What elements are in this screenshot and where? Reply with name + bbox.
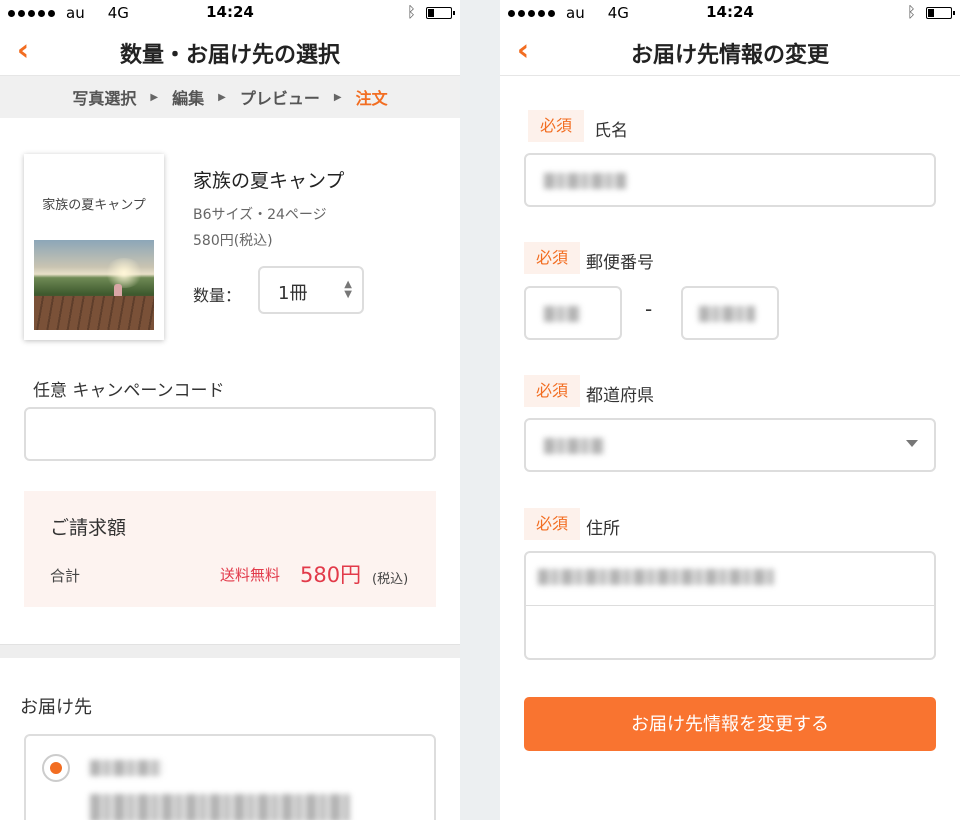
order-screen: au 4G 14:24 ᛒ ‹ 数量・お届け先の選択 写真選択 ▶ 編集 ▶ プ… xyxy=(0,0,460,820)
delivery-address-option[interactable] xyxy=(24,734,436,820)
prefecture-select[interactable] xyxy=(524,418,936,472)
battery-icon xyxy=(926,7,955,19)
redacted-recipient-name xyxy=(90,760,162,776)
bluetooth-icon: ᛒ xyxy=(406,3,416,21)
battery-level xyxy=(928,9,934,17)
address-inputs xyxy=(524,551,936,660)
redacted-postal-second xyxy=(699,306,755,322)
status-bar: au 4G 14:24 ᛒ xyxy=(500,0,960,26)
total-label: 合計 xyxy=(50,567,81,585)
step-arrow-icon: ▶ xyxy=(150,91,159,103)
campaign-code-label: 任意 キャンペーンコード xyxy=(33,381,225,401)
step-arrow-icon: ▶ xyxy=(218,91,226,103)
redacted-postal-first xyxy=(544,306,580,322)
quantity-value: 1冊 xyxy=(278,283,308,304)
quantity-select[interactable]: 1冊 ▲ ▼ xyxy=(258,266,364,314)
product-spec: B6サイズ・24ページ xyxy=(193,207,327,223)
address-label: 住所 xyxy=(586,519,620,539)
page-title: お届け先情報の変更 xyxy=(630,43,829,68)
required-badge: 必須 xyxy=(524,375,580,407)
quantity-label: 数量： xyxy=(193,286,242,305)
step-order: 注文 xyxy=(355,89,388,108)
required-badge: 必須 xyxy=(524,508,580,540)
postal-code-second-input[interactable] xyxy=(681,286,779,340)
product-section: 家族の夏キャンプ 家族の夏キャンプ B6サイズ・24ページ 580円(税込) 数… xyxy=(0,118,460,358)
postal-code-first-input[interactable] xyxy=(524,286,622,340)
campaign-code-input[interactable] xyxy=(24,407,436,461)
page-title: 数量・お届け先の選択 xyxy=(119,43,340,68)
prefecture-label: 都道府県 xyxy=(586,386,654,406)
required-badge: 必須 xyxy=(528,110,584,142)
bill-title: ご請求額 xyxy=(50,517,127,539)
wood-deck xyxy=(34,296,154,330)
step-preview: プレビュー xyxy=(239,89,320,108)
step-arrow-icon: ▶ xyxy=(333,91,342,103)
delivery-title: お届け先 xyxy=(20,697,92,718)
name-input[interactable] xyxy=(524,153,936,207)
battery-icon xyxy=(426,7,455,19)
nav-bar: ‹ 数量・お届け先の選択 xyxy=(0,26,460,76)
up-down-arrows-icon: ▲ ▼ xyxy=(344,279,352,300)
redacted-prefecture-value xyxy=(544,438,604,454)
product-name: 家族の夏キャンプ xyxy=(193,170,345,192)
name-label: 氏名 xyxy=(594,121,628,141)
step-edit: 編集 xyxy=(172,89,205,108)
clock: 14:24 xyxy=(206,3,254,21)
product-price: 580円(税込) xyxy=(193,233,273,249)
book-cover-thumbnail: 家族の夏キャンプ xyxy=(24,154,164,340)
address-radio[interactable] xyxy=(42,754,70,782)
billing-summary: ご請求額 合計 送料無料 580円 (税込) xyxy=(24,491,436,607)
battery-level xyxy=(428,9,434,17)
cover-photo xyxy=(34,240,154,330)
step-photo-select: 写真選択 xyxy=(72,89,137,108)
status-bar: au 4G 14:24 ᛒ xyxy=(0,0,460,26)
progress-steps: 写真選択 ▶ 編集 ▶ プレビュー ▶ 注文 xyxy=(0,76,460,118)
total-amount: 580円 xyxy=(300,563,362,587)
address-line1-input[interactable] xyxy=(526,553,934,605)
postal-code-label: 郵便番号 xyxy=(586,253,654,273)
section-divider xyxy=(0,644,460,658)
tax-note: (税込) xyxy=(372,572,409,587)
free-shipping-label: 送料無料 xyxy=(220,566,281,584)
sun-glare xyxy=(104,258,144,288)
update-address-button[interactable]: お届け先情報を変更する xyxy=(524,697,936,751)
bluetooth-icon: ᛒ xyxy=(906,3,916,21)
address-line2-input[interactable] xyxy=(526,606,934,658)
radio-selected-dot xyxy=(50,762,62,774)
clock: 14:24 xyxy=(706,3,754,21)
nav-bar: ‹ お届け先情報の変更 xyxy=(500,26,960,76)
chevron-down-icon xyxy=(906,440,918,447)
required-badge: 必須 xyxy=(524,242,580,274)
edit-address-screen: au 4G 14:24 ᛒ ‹ お届け先情報の変更 必須 氏名 必須 郵便番号 … xyxy=(500,0,960,820)
redacted-address xyxy=(90,794,350,820)
book-cover-title: 家族の夏キャンプ xyxy=(42,198,146,213)
postal-separator: - xyxy=(645,297,653,321)
redacted-name-value xyxy=(544,173,626,189)
